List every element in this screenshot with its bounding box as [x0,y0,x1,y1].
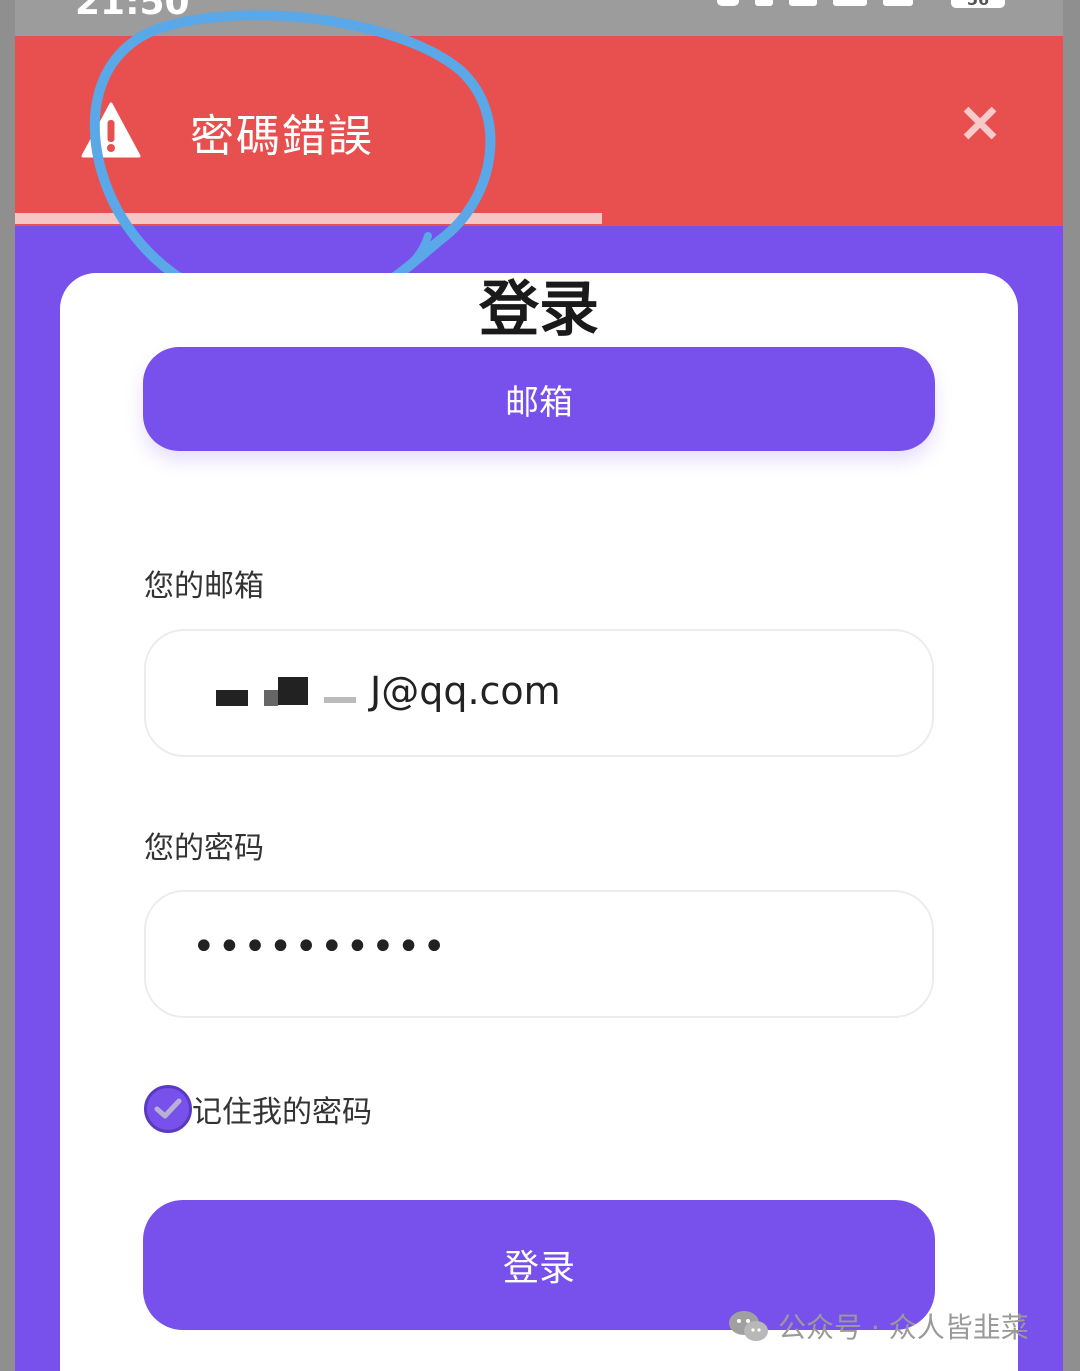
email-value: J@ qq.com [216,669,561,713]
email-field[interactable]: J@ qq.com [144,629,934,757]
device-frame-left [0,0,15,1371]
login-card: 登录 邮箱 您的邮箱 J@ qq.com 您的密码 •••••••••• 记住我… [60,273,1018,1371]
redaction-mosaic [278,677,308,705]
checkmark-icon [154,1098,182,1119]
email-label: 您的邮箱 [144,569,264,604]
password-value: •••••••••• [192,924,448,970]
notification-icon [717,0,739,6]
redaction-mosaic [324,697,356,703]
redaction-mosaic [264,690,278,706]
toast-message: 密碼錯誤 [190,111,374,162]
sim-icon [755,0,773,6]
remember-label: 记住我的密码 [192,1095,372,1130]
email-partial: J@ [370,669,420,713]
redaction-mosaic [216,690,248,706]
toast-progress-bar [15,213,602,224]
remember-password[interactable]: 记住我的密码 [144,1085,372,1133]
status-bar: 21:50 56 [15,0,1063,36]
watermark-text: 公众号 · 众人皆韭菜 [778,1311,1029,1344]
wechat-icon [729,1311,768,1341]
wifi-icon [883,0,913,6]
status-icons [717,0,913,6]
page-title: 登录 [479,275,599,345]
message-icon [789,0,817,6]
error-toast: 密碼錯誤 ✕ [15,36,1063,226]
password-label: 您的密码 [144,831,264,866]
watermark: 公众号 · 众人皆韭菜 [728,1306,1029,1346]
status-time: 21:50 [75,0,190,23]
warning-icon [81,102,141,158]
email-visible: qq.com [419,669,561,713]
password-field[interactable]: •••••••••• [144,890,934,1018]
tab-email[interactable]: 邮箱 [143,347,935,451]
checkbox-checked-icon[interactable] [144,1085,192,1133]
battery-icon: 56 [951,0,1005,9]
device-frame-right [1063,0,1080,1371]
close-icon[interactable]: ✕ [957,99,1003,151]
signal-icon [833,0,867,6]
